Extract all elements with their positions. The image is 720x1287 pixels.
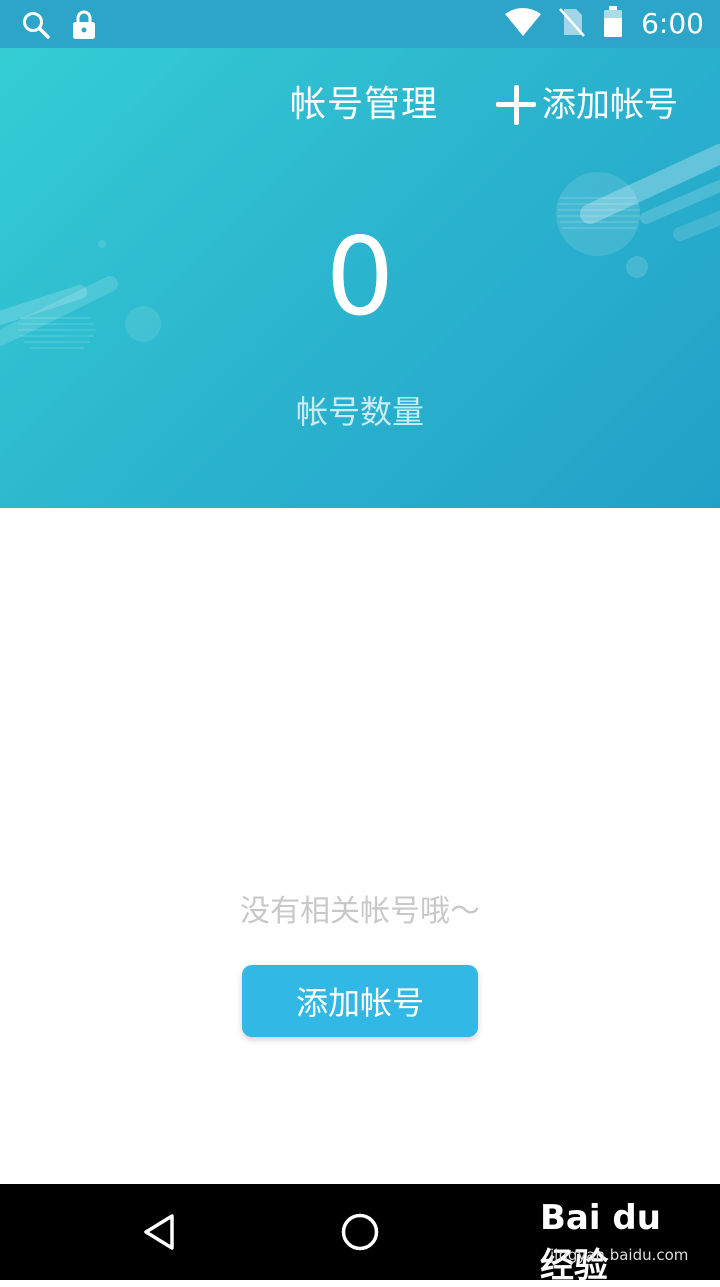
wifi-icon	[505, 8, 542, 40]
home-icon[interactable]	[340, 1212, 380, 1252]
status-bar: 6:00	[0, 0, 720, 48]
lock-icon	[72, 10, 96, 44]
back-icon[interactable]	[140, 1212, 180, 1252]
baidu-watermark: Bai du 经验 jingyan.baidu.com	[540, 1198, 690, 1286]
watermark-logo: Bai du 经验	[540, 1198, 661, 1286]
no-sim-icon	[559, 7, 586, 41]
navigation-bar: Bai du 经验 jingyan.baidu.com	[0, 1184, 720, 1286]
add-account-label: 添加帐号	[542, 85, 678, 125]
add-account-button-top[interactable]: 添加帐号	[494, 78, 678, 132]
battery-icon	[603, 6, 623, 42]
page-title: 帐号管理	[290, 84, 439, 125]
watermark-url: jingyan.baidu.com	[550, 1246, 689, 1264]
search-icon	[22, 11, 50, 43]
account-count: 0	[325, 215, 395, 340]
plus-icon	[494, 83, 538, 127]
account-count-label: 帐号数量	[295, 393, 424, 431]
account-header: 帐号管理 添加帐号 0 帐号数量	[0, 48, 720, 508]
clock-time: 6:00	[641, 7, 704, 40]
empty-state-message: 没有相关帐号哦～	[240, 894, 480, 929]
add-account-button[interactable]: 添加帐号	[242, 965, 478, 1037]
